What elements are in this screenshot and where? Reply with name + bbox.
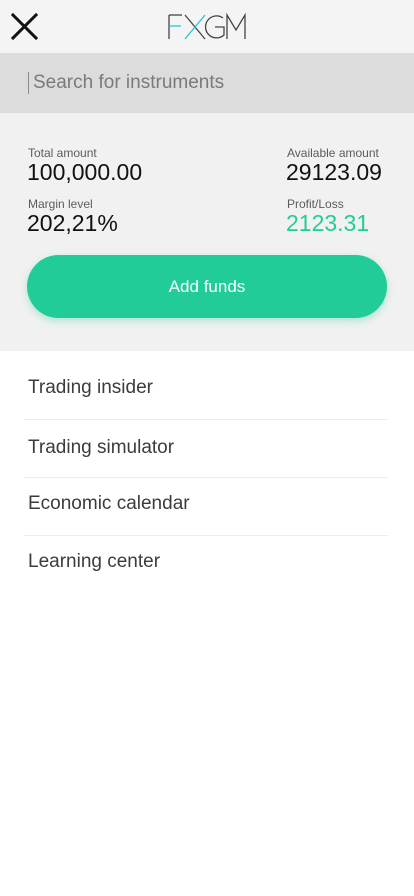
menu-item-trading-simulator[interactable]: Trading simulator: [24, 419, 388, 476]
margin-level-value: 202,21%: [27, 210, 118, 236]
menu-item-label: Economic calendar: [28, 492, 190, 514]
add-funds-label: Add funds: [168, 276, 246, 296]
search-caret: [28, 72, 29, 94]
top-bar: [0, 0, 414, 53]
app-screen: Total amount 100,000.00 Available amount…: [0, 0, 414, 896]
menu-item-trading-insider[interactable]: Trading insider: [24, 359, 388, 416]
close-button[interactable]: [8, 9, 42, 43]
margin-level-label: Margin level: [28, 197, 93, 211]
total-amount-value: 100,000.00: [27, 159, 143, 185]
profit-loss-value: 2123.31: [286, 210, 370, 236]
menu-item-learning-center[interactable]: Learning center: [24, 533, 388, 590]
menu-item-label: Trading insider: [28, 376, 153, 398]
available-amount-label: Available amount: [287, 146, 379, 160]
available-amount-value: 29123.09: [286, 159, 382, 185]
menu-item-label: Trading simulator: [28, 436, 175, 458]
add-funds-button[interactable]: Add funds: [27, 255, 387, 318]
total-amount-label: Total amount: [28, 146, 97, 160]
menu-item-label: Learning center: [28, 550, 161, 572]
fxgm-logo: [167, 12, 247, 42]
menu-item-economic-calendar[interactable]: Economic calendar: [24, 475, 388, 532]
close-icon: [10, 12, 39, 41]
profit-loss-label: Profit/Loss: [287, 197, 344, 211]
search-input[interactable]: [33, 53, 393, 113]
